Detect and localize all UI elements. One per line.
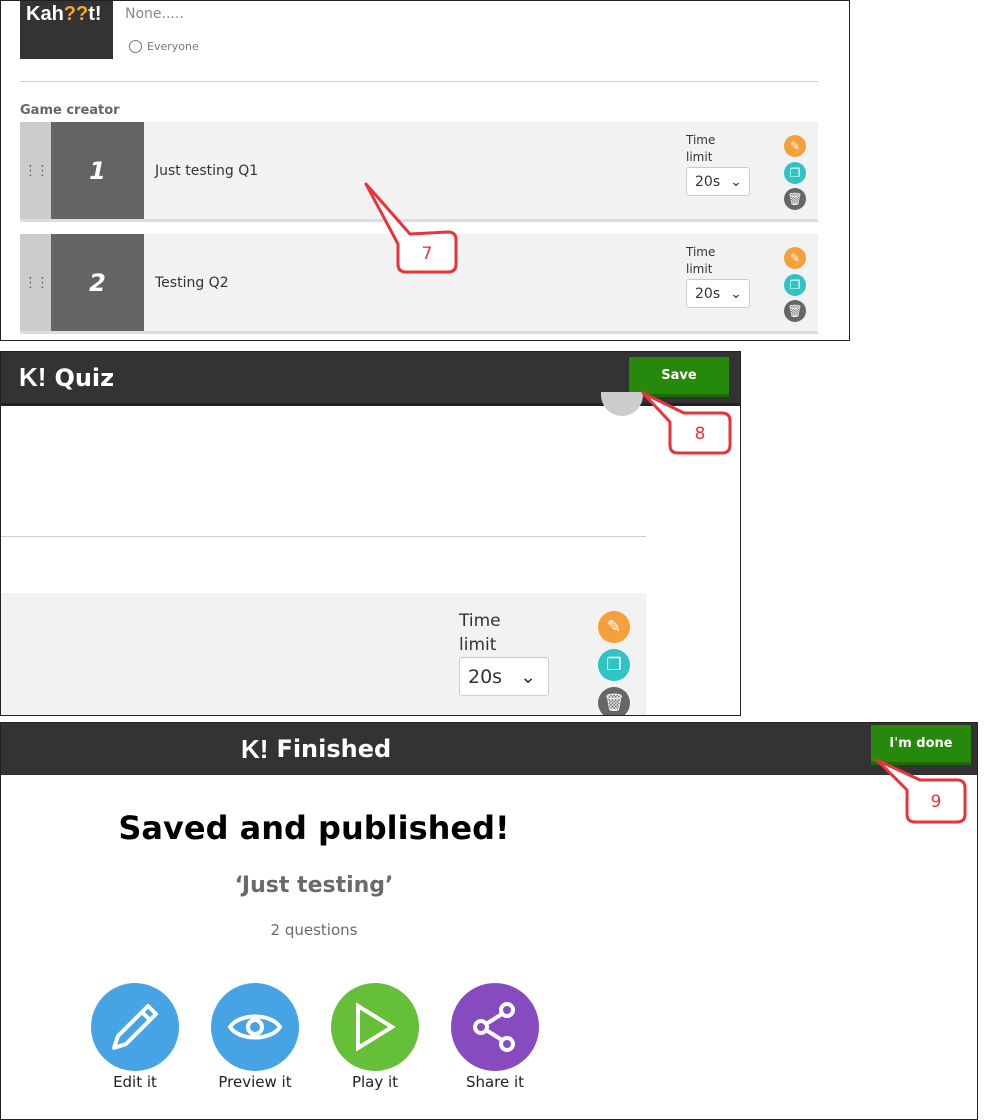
annotation-layer: 7 8 9 [364,182,967,824]
callout-number: 7 [422,244,433,264]
callout-8: 8 [641,391,732,455]
callout-number: 9 [931,792,942,812]
callout-7: 7 [364,182,458,274]
callout-9: 9 [875,758,967,824]
callout-number: 8 [695,424,706,444]
